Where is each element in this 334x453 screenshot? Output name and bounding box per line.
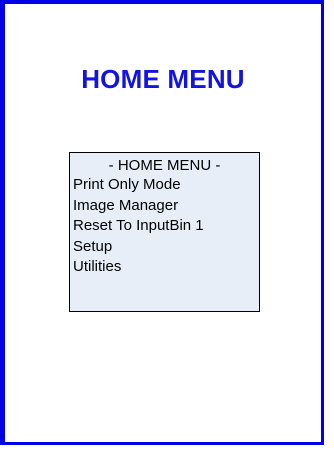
- device-screen-frame: HOME MENU - HOME MENU - Print Only Mode …: [0, 0, 324, 445]
- home-menu-panel: - HOME MENU - Print Only Mode Image Mana…: [69, 152, 260, 312]
- menu-item-setup[interactable]: Setup: [73, 237, 259, 258]
- menu-item-utilities[interactable]: Utilities: [73, 257, 259, 278]
- page-title: HOME MENU: [81, 64, 245, 94]
- menu-item-reset-to-inputbin-1[interactable]: Reset To InputBin 1: [73, 216, 259, 237]
- menu-item-image-manager[interactable]: Image Manager: [73, 196, 259, 217]
- menu-header: - HOME MENU -: [108, 157, 221, 174]
- menu-item-print-only-mode[interactable]: Print Only Mode: [73, 175, 259, 196]
- menu-list: Print Only Mode Image Manager Reset To I…: [73, 175, 259, 278]
